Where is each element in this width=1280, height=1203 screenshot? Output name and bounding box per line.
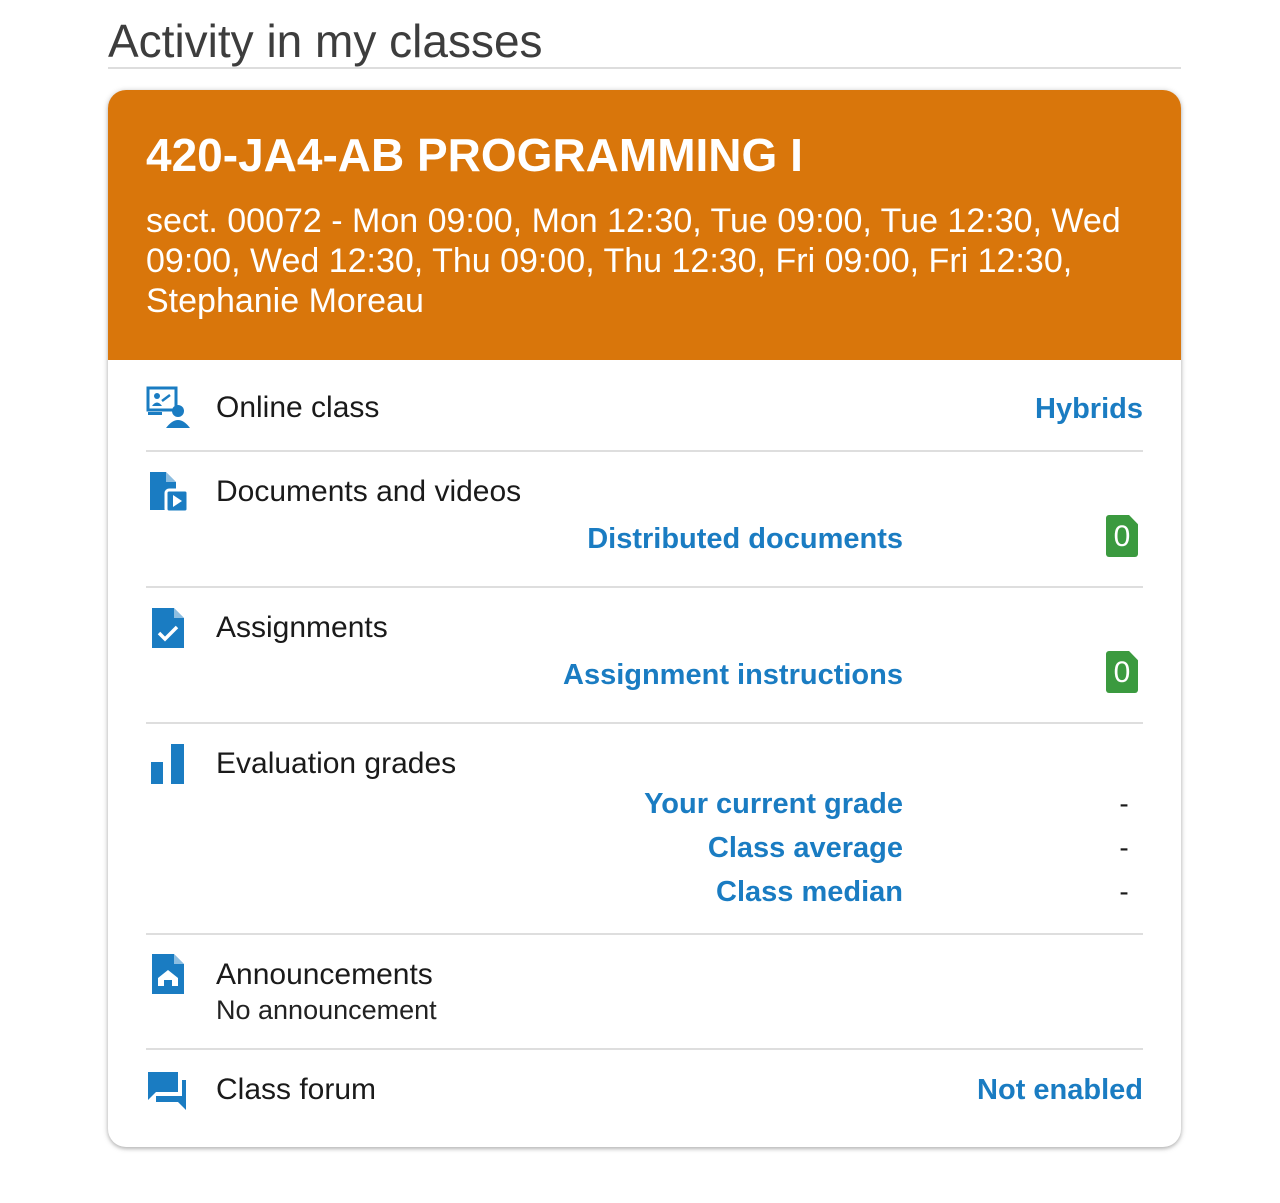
row-divider	[146, 1048, 1143, 1050]
announcement-icon	[146, 952, 190, 996]
heading-divider	[108, 67, 1181, 69]
class-forum-label: Class forum	[216, 1073, 377, 1106]
row-divider	[146, 586, 1143, 588]
class-median-link[interactable]: Class median	[716, 874, 903, 910]
class-average-link[interactable]: Class average	[708, 830, 903, 866]
row-divider	[146, 722, 1143, 724]
online-class-label: Online class	[216, 391, 380, 424]
assignment-instructions-link[interactable]: Assignment instructions	[563, 657, 903, 693]
assignment-instructions-count-badge[interactable]: 0	[1106, 651, 1138, 693]
course-header[interactable]: 420-JA4-AB PROGRAMMING I sect. 00072 - M…	[108, 90, 1181, 360]
online-class-hybrids-link[interactable]: Hybrids	[1035, 391, 1143, 427]
announcements-label: Announcements	[216, 958, 433, 991]
announcements-status: No announcement	[216, 995, 437, 1025]
class-median-value: -	[1119, 876, 1129, 907]
document-video-icon	[146, 470, 190, 514]
distributed-documents-link[interactable]: Distributed documents	[587, 521, 903, 557]
row-divider	[146, 450, 1143, 452]
distributed-documents-count-badge[interactable]: 0	[1106, 515, 1138, 557]
class-average-value: -	[1119, 832, 1129, 863]
documents-label: Documents and videos	[216, 475, 522, 508]
current-grade-link[interactable]: Your current grade	[644, 786, 903, 822]
online-class-icon	[146, 386, 190, 430]
evaluation-grades-label: Evaluation grades	[216, 747, 457, 780]
current-grade-value: -	[1119, 788, 1129, 819]
bar-chart-icon	[146, 742, 190, 786]
course-card: 420-JA4-AB PROGRAMMING I sect. 00072 - M…	[108, 90, 1181, 1147]
course-schedule: sect. 00072 - Mon 09:00, Mon 12:30, Tue …	[146, 202, 1121, 320]
assignments-label: Assignments	[216, 611, 388, 644]
assignment-check-icon	[146, 606, 190, 650]
course-title[interactable]: 420-JA4-AB PROGRAMMING I	[146, 128, 803, 182]
class-forum-status-link[interactable]: Not enabled	[977, 1072, 1143, 1108]
forum-chat-icon	[146, 1068, 190, 1112]
page-heading: Activity in my classes	[108, 15, 543, 67]
row-divider	[146, 933, 1143, 935]
